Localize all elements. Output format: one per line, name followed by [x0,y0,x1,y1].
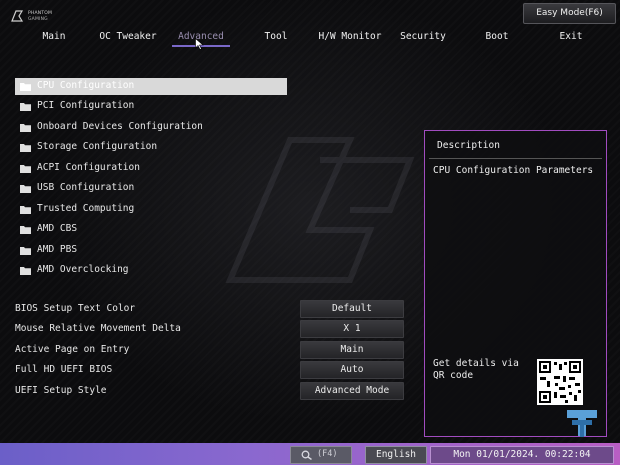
menu-item-label: AMD CBS [37,223,78,234]
setting-value-active-page[interactable]: Main [300,341,404,359]
menu-item-usb-configuration[interactable]: USB Configuration [15,180,287,197]
menu-item-label: AMD Overclocking [37,264,129,275]
menu-item-onboard-devices[interactable]: Onboard Devices Configuration [15,119,287,136]
folder-icon [20,83,31,91]
folder-icon [20,185,31,193]
menu-item-amd-overclocking[interactable]: AMD Overclocking [15,262,287,279]
folder-icon [20,103,31,111]
qr-details-text: Get details via QR code [433,358,519,381]
tab-main[interactable]: Main [43,31,66,42]
search-shortcut-label: (F4) [317,449,338,459]
menu-item-trusted-computing[interactable]: Trusted Computing [15,201,287,218]
description-panel: Description CPU Configuration Parameters… [424,130,607,437]
tab-oc-tweaker[interactable]: OC Tweaker [99,31,156,42]
tt-logo-icon [567,410,597,437]
tab-boot[interactable]: Boot [486,31,509,42]
menu-item-label: CPU Configuration [37,80,135,91]
folder-icon [20,124,31,132]
language-button[interactable]: English [365,446,427,464]
setting-value-text-color[interactable]: Default [300,300,404,318]
phantom-gaming-logo-icon [11,10,24,22]
menu-item-label: Storage Configuration [37,141,158,152]
qr-code-icon [537,359,583,405]
setting-value-mouse-delta[interactable]: X 1 [300,320,404,338]
setting-label-text-color: BIOS Setup Text Color [15,303,136,314]
brand-line-2: GAMING [28,17,48,22]
menu-item-label: ACPI Configuration [37,162,140,173]
description-title: Description [437,140,500,151]
search-icon [301,450,312,460]
setting-label-setup-style: UEFI Setup Style [15,385,107,396]
menu-item-label: Trusted Computing [37,203,135,214]
menu-item-label: Onboard Devices Configuration [37,121,203,132]
description-text: CPU Configuration Parameters [433,165,594,176]
easy-mode-button[interactable]: Easy Mode(F6) [523,3,616,24]
menu-item-amd-cbs[interactable]: AMD CBS [15,221,287,238]
menu-item-label: USB Configuration [37,182,135,193]
setting-value-setup-style[interactable]: Advanced Mode [300,382,404,400]
menu-item-storage-configuration[interactable]: Storage Configuration [15,139,287,156]
setting-label-active-page: Active Page on Entry [15,344,130,355]
folder-icon [20,206,31,214]
folder-icon [20,226,31,234]
setting-label-full-hd: Full HD UEFI BIOS [15,364,113,375]
menu-item-pci-configuration[interactable]: PCI Configuration [15,98,287,115]
folder-icon [20,144,31,152]
tab-exit[interactable]: Exit [560,31,583,42]
menu-item-acpi-configuration[interactable]: ACPI Configuration [15,160,287,177]
folder-icon [20,267,31,275]
menu-item-label: PCI Configuration [37,100,135,111]
menu-item-cpu-configuration[interactable]: CPU Configuration [15,78,287,95]
setting-value-full-hd[interactable]: Auto [300,361,404,379]
tab-security[interactable]: Security [400,31,446,42]
menu-item-amd-pbs[interactable]: AMD PBS [15,242,287,259]
brand-logo: PHANTOM GAMING [10,9,70,25]
folder-icon [20,247,31,255]
tab-tool[interactable]: Tool [265,31,288,42]
setting-label-mouse-delta: Mouse Relative Movement Delta [15,323,181,334]
main-tabs: Main OC Tweaker Advanced Tool H/W Monito… [0,31,620,47]
mouse-pointer-icon [195,38,204,50]
menu-item-label: AMD PBS [37,244,78,255]
search-button[interactable]: (F4) [290,446,352,464]
tab-hw-monitor[interactable]: H/W Monitor [319,31,382,42]
brand-line-1: PHANTOM [28,11,53,16]
date-time-display[interactable]: Mon 01/01/2024. 00:22:04 [430,446,614,464]
folder-icon [20,165,31,173]
